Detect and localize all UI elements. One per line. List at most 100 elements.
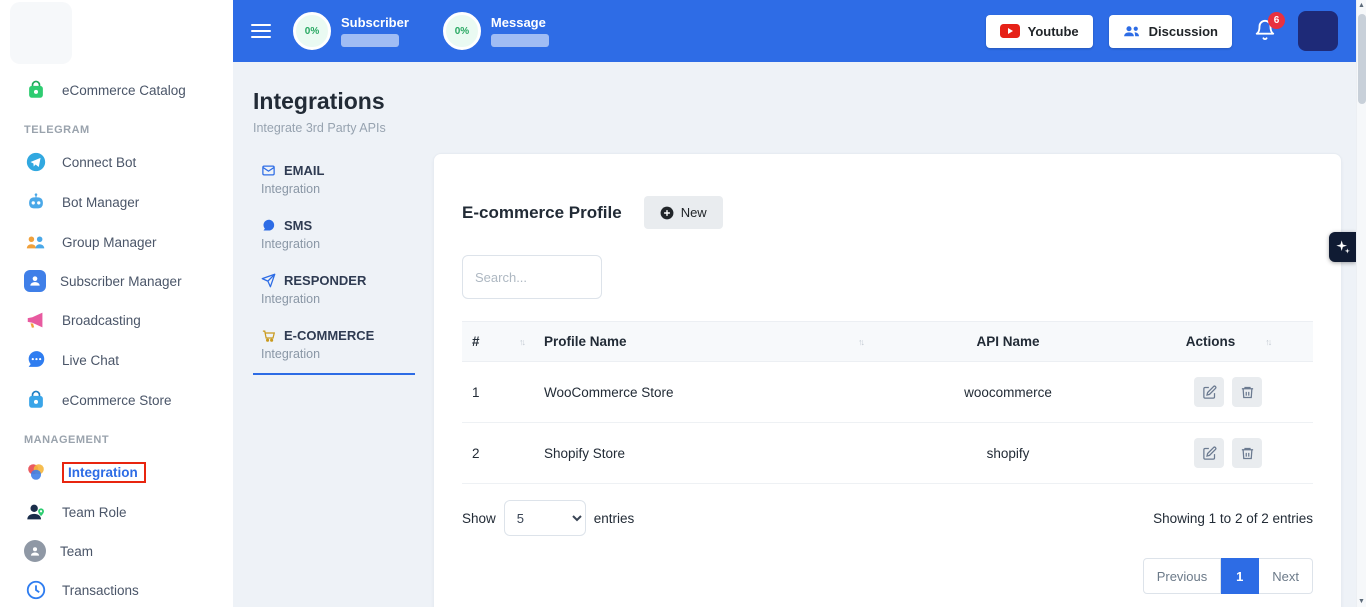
notifications-bell-icon[interactable]: 6 xyxy=(1254,19,1276,44)
integration-tabs: EMAIL Integration SMS Integration xyxy=(253,153,415,375)
page-size-select[interactable]: 5 xyxy=(504,500,586,536)
main-content: Integrations Integrate 3rd Party APIs EM… xyxy=(233,62,1366,607)
sort-icon[interactable]: ↑↓ xyxy=(519,337,524,347)
sidebar-item-broadcasting[interactable]: Broadcasting xyxy=(0,300,233,340)
integration-venn-icon xyxy=(24,460,48,484)
sidebar-item-label: eCommerce Catalog xyxy=(62,83,186,98)
entries-label: entries xyxy=(594,511,635,526)
tab-responder-integration[interactable]: RESPONDER Integration xyxy=(253,263,415,318)
subscriber-progress-circle: 0% xyxy=(293,12,331,50)
transactions-clock-icon xyxy=(24,578,48,602)
delete-button[interactable] xyxy=(1232,377,1262,407)
card-title: E-commerce Profile xyxy=(462,203,622,223)
sparkle-icon xyxy=(1335,239,1351,255)
sidebar-item-live-chat[interactable]: Live Chat xyxy=(0,340,233,380)
discussion-button[interactable]: Discussion xyxy=(1109,15,1232,48)
col-header-actions[interactable]: Actions↑↓ xyxy=(1143,322,1313,362)
page-scrollbar[interactable]: ▲ ▼ xyxy=(1356,0,1366,607)
annotation-red-box: Integration xyxy=(62,462,146,483)
assistant-fab[interactable] xyxy=(1329,232,1356,262)
sidebar-item-transactions[interactable]: Transactions xyxy=(0,570,233,607)
tab-email-integration[interactable]: EMAIL Integration xyxy=(253,153,415,208)
team-role-icon xyxy=(24,500,48,524)
sidebar-item-label: Team xyxy=(60,544,93,559)
pagination-previous[interactable]: Previous xyxy=(1143,558,1222,594)
edit-button[interactable] xyxy=(1194,377,1224,407)
sidebar-item-label: Broadcasting xyxy=(62,313,141,328)
subscriber-label: Subscriber xyxy=(341,15,409,30)
showing-entries-text: Showing 1 to 2 of 2 entries xyxy=(1153,511,1313,526)
page-title: Integrations xyxy=(253,88,1366,115)
message-progress-circle: 0% xyxy=(443,12,481,50)
store-bag-icon xyxy=(24,388,48,412)
col-header-profile-name[interactable]: Profile Name↑↓ xyxy=(534,322,873,362)
hamburger-menu-icon[interactable] xyxy=(251,24,271,38)
search-input[interactable] xyxy=(462,255,602,299)
sms-icon xyxy=(261,218,276,233)
chat-bubble-icon xyxy=(24,348,48,372)
notification-badge: 6 xyxy=(1268,12,1285,29)
tab-sms-integration[interactable]: SMS Integration xyxy=(253,208,415,263)
sidebar-item-subscriber-manager[interactable]: Subscriber Manager xyxy=(0,262,233,300)
sidebar-item-integration[interactable]: Integration xyxy=(0,452,233,492)
cart-icon xyxy=(261,328,276,343)
delete-button[interactable] xyxy=(1232,438,1262,468)
sidebar-item-connect-bot[interactable]: Connect Bot xyxy=(0,142,233,182)
pagination-page-1[interactable]: 1 xyxy=(1221,558,1259,594)
table-row: 2 Shopify Store shopify xyxy=(462,423,1313,484)
table-header-row: #↑↓ Profile Name↑↓ API Name Actions↑↓ xyxy=(462,322,1313,362)
app-logo xyxy=(10,2,72,64)
user-avatar[interactable] xyxy=(1298,11,1338,51)
sidebar-item-label: Connect Bot xyxy=(62,155,136,170)
sidebar-item-team[interactable]: Team xyxy=(0,532,233,570)
telegram-icon xyxy=(24,150,48,174)
megaphone-icon xyxy=(24,308,48,332)
robot-icon xyxy=(24,190,48,214)
message-count-redacted xyxy=(491,34,549,47)
pagination-next[interactable]: Next xyxy=(1259,558,1313,594)
sidebar-item-team-role[interactable]: Team Role xyxy=(0,492,233,532)
sidebar-item-label: Bot Manager xyxy=(62,195,139,210)
sidebar-item-label: Team Role xyxy=(62,505,127,520)
sidebar-item-label: eCommerce Store xyxy=(62,393,172,408)
sort-icon[interactable]: ↑↓ xyxy=(1265,337,1270,347)
message-progress: 0% Message xyxy=(443,12,549,50)
sidebar-item-group-manager[interactable]: Group Manager xyxy=(0,222,233,262)
discussion-people-icon xyxy=(1123,24,1141,38)
sidebar-item-ecommerce-catalog[interactable]: eCommerce Catalog xyxy=(0,70,233,110)
subscriber-icon xyxy=(24,270,46,292)
sidebar-item-bot-manager[interactable]: Bot Manager xyxy=(0,182,233,222)
subscriber-progress: 0% Subscriber xyxy=(293,12,409,50)
team-icon xyxy=(24,540,46,562)
sidebar-item-ecommerce-store[interactable]: eCommerce Store xyxy=(0,380,233,420)
tab-ecommerce-integration[interactable]: E-COMMERCE Integration xyxy=(253,318,415,375)
sidebar-section-telegram: TELEGRAM xyxy=(0,110,233,142)
send-icon xyxy=(261,273,276,288)
message-label: Message xyxy=(491,15,549,30)
sidebar-item-label: Live Chat xyxy=(62,353,119,368)
col-header-api-name[interactable]: API Name xyxy=(873,322,1143,362)
sidebar-item-label: Integration xyxy=(68,465,138,480)
scroll-down-arrow[interactable]: ▼ xyxy=(1358,596,1365,607)
col-header-number[interactable]: #↑↓ xyxy=(462,322,534,362)
table-row: 1 WooCommerce Store woocommerce xyxy=(462,362,1313,423)
youtube-button[interactable]: Youtube xyxy=(986,15,1093,48)
sidebar-item-label: Transactions xyxy=(62,583,139,598)
page-subtitle: Integrate 3rd Party APIs xyxy=(253,121,1366,135)
shopping-bag-icon xyxy=(24,78,48,102)
sort-icon[interactable]: ↑↓ xyxy=(858,337,863,347)
top-navbar: 0% Subscriber 0% Message Youtube Discuss… xyxy=(233,0,1366,62)
sidebar-item-label: Subscriber Manager xyxy=(60,274,182,289)
ecommerce-profile-card: E-commerce Profile New #↑↓ xyxy=(433,153,1342,607)
edit-button[interactable] xyxy=(1194,438,1224,468)
scrollbar-thumb[interactable] xyxy=(1358,14,1366,104)
sidebar: eCommerce Catalog TELEGRAM Connect Bot B… xyxy=(0,0,233,607)
email-icon xyxy=(261,163,276,178)
scroll-up-arrow[interactable]: ▲ xyxy=(1358,0,1365,11)
youtube-icon xyxy=(1000,24,1020,38)
new-profile-button[interactable]: New xyxy=(644,196,723,229)
show-label: Show xyxy=(462,511,496,526)
profiles-table: #↑↓ Profile Name↑↓ API Name Actions↑↓ xyxy=(462,321,1313,484)
sidebar-item-label: Group Manager xyxy=(62,235,157,250)
plus-circle-icon xyxy=(660,206,674,220)
